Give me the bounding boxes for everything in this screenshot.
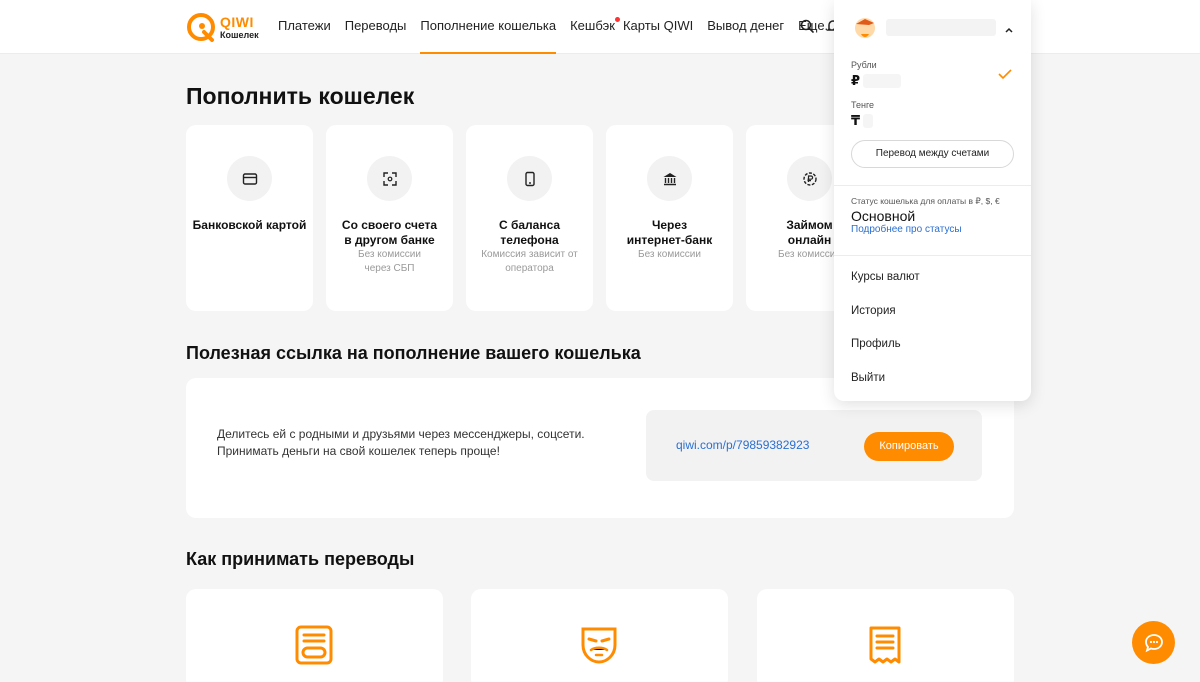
receive-section-title: Как принимать переводы	[186, 549, 415, 569]
menu-item-rates[interactable]: Курсы валют	[851, 271, 920, 283]
copy-button[interactable]: Копировать	[864, 432, 954, 461]
receipt-icon	[869, 626, 901, 664]
logo-brand: QIWI	[220, 13, 254, 30]
page-title: Пополнить кошелек	[186, 83, 415, 109]
account-label-rub: Рубли	[851, 60, 877, 70]
wallet-status-value: Основной	[851, 208, 916, 224]
nav-topup[interactable]: Пополнение кошелька	[420, 0, 556, 54]
chat-button[interactable]	[1132, 621, 1175, 664]
method-card-bank-card[interactable]: Банковской картой	[186, 125, 313, 311]
receive-card-2[interactable]	[471, 589, 728, 682]
menu-item-profile[interactable]: Профиль	[851, 338, 901, 350]
balance-hidden	[863, 114, 873, 128]
nav-withdraw[interactable]: Вывод денег	[707, 0, 784, 54]
form-icon	[295, 625, 333, 665]
anonymous-mask-icon	[581, 627, 617, 664]
chevron-up-icon[interactable]	[1004, 22, 1014, 40]
receive-card-1[interactable]	[186, 589, 443, 682]
method-subtitle: Без комиссии через СБП	[358, 249, 421, 274]
divider	[834, 185, 1031, 186]
method-card-other-bank[interactable]: Со своего счета в другом банке Без комис…	[326, 125, 453, 311]
account-dropdown: Рубли ₽ Тенге ₸ Перевод между счетами Ст…	[834, 0, 1031, 401]
wallet-status-label: Статус кошелька для оплаты в ₽, $, €	[851, 196, 1000, 206]
method-card-phone[interactable]: С баланса телефона Комиссия зависит от о…	[466, 125, 593, 311]
divider	[834, 255, 1031, 256]
logo-subtitle: Кошелек	[220, 29, 259, 40]
bell-icon[interactable]	[825, 18, 834, 34]
nav-cashback[interactable]: Кешбэк	[570, 0, 620, 54]
share-line-1: Делитесь ей с родными и друзьями через м…	[217, 427, 585, 441]
share-line-2: Принимать деньги на свой кошелек теперь …	[217, 444, 500, 458]
sbp-icon	[367, 156, 412, 201]
search-icon[interactable]	[799, 18, 815, 34]
method-subtitle: Без комиссии	[638, 249, 701, 260]
receive-card-3[interactable]	[757, 589, 1014, 682]
bank-icon	[647, 156, 692, 201]
qiwi-logo[interactable]: QIWI Кошелек	[186, 10, 259, 44]
nav-cards[interactable]: Карты QIWI	[623, 0, 693, 54]
wallet-link[interactable]: qiwi.com/p/79859382923	[676, 438, 809, 452]
avatar[interactable]	[852, 14, 878, 40]
transfer-between-accounts-button[interactable]: Перевод между счетами	[851, 140, 1014, 168]
method-subtitle: Комиссия зависит от оператора	[481, 249, 578, 274]
notification-dot	[614, 17, 620, 22]
main-nav: Платежи Переводы Пополнение кошелька Кеш…	[278, 0, 849, 54]
account-label-kzt: Тенге	[851, 100, 875, 110]
checkmark-icon	[998, 67, 1012, 85]
method-title: Со своего счета в другом банке	[341, 218, 438, 247]
share-link-box: qiwi.com/p/79859382923 Копировать	[646, 410, 982, 481]
phone-icon	[507, 156, 552, 201]
menu-item-history[interactable]: История	[851, 305, 896, 317]
link-section-title: Полезная ссылка на пополнение вашего кош…	[186, 343, 641, 363]
status-details-link[interactable]: Подробнее про статусы	[851, 224, 962, 235]
balance-hidden	[863, 74, 901, 88]
user-name-hidden	[886, 19, 996, 36]
method-title: С баланса телефона	[498, 218, 561, 247]
method-title: Банковской картой	[192, 218, 307, 232]
card-icon	[227, 156, 272, 201]
ruble-coin-icon	[787, 156, 832, 201]
nav-transfers[interactable]: Переводы	[345, 0, 407, 54]
nav-cashback-label: Кешбэк	[570, 18, 615, 33]
qiwi-logo-icon	[186, 12, 216, 42]
method-card-internet-bank[interactable]: Через интернет-банк Без комиссии	[606, 125, 733, 311]
account-symbol-kzt[interactable]: ₸	[851, 113, 860, 129]
chat-icon	[1144, 633, 1163, 652]
method-title: Через интернет-банк	[626, 218, 713, 247]
account-symbol-rub[interactable]: ₽	[851, 73, 860, 89]
share-link-description: Делитесь ей с родными и друзьями через м…	[217, 426, 617, 460]
menu-item-logout[interactable]: Выйти	[851, 372, 885, 384]
nav-payments[interactable]: Платежи	[278, 0, 331, 54]
